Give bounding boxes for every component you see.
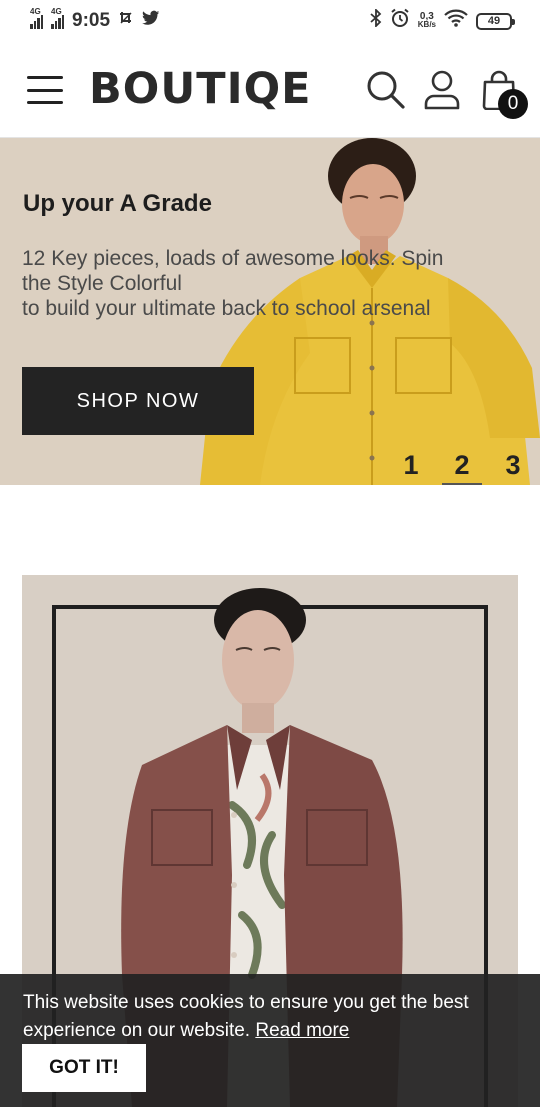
shop-now-button[interactable]: SHOP NOW	[22, 367, 254, 435]
status-bar: 4G 4G 9:05 0,3 KB/s 49	[0, 0, 540, 42]
battery-indicator: 49	[476, 12, 515, 30]
page: 4G 4G 9:05 0,3 KB/s 49 BOUTIQE 0 Up your…	[0, 0, 540, 1107]
hero-text-line: the Style Colorful	[22, 272, 182, 295]
read-more-link[interactable]: Read more	[255, 1020, 349, 1041]
hero-title: Up your A Grade	[23, 190, 212, 217]
cart-count-badge[interactable]: 0	[498, 89, 528, 119]
clock: 9:05	[72, 10, 111, 31]
site-header: BOUTIQE	[0, 42, 540, 138]
bluetooth-icon	[370, 7, 382, 33]
network-speed: 0,3 KB/s	[417, 12, 436, 29]
hero-banner: Up your A Grade 12 Key pieces, loads of …	[0, 138, 540, 485]
network-label-1: 4G	[30, 7, 41, 16]
got-it-button[interactable]: GOT IT!	[22, 1044, 146, 1092]
site-logo[interactable]: BOUTIQE	[89, 64, 312, 114]
status-left: 4G 4G 9:05	[30, 7, 160, 32]
signal-icon-2: 4G	[51, 7, 64, 29]
alarm-icon	[390, 8, 410, 34]
search-icon[interactable]	[366, 70, 406, 115]
hero-text-line: to build your ultimate back to school ar…	[22, 297, 431, 320]
cookie-message: This website uses cookies to ensure you …	[23, 989, 523, 1045]
hero-description: 12 Key pieces, loads of awesome looks. S…	[22, 246, 512, 321]
signal-icon: 4G	[30, 7, 43, 29]
wifi-icon	[444, 9, 468, 33]
network-label-2: 4G	[51, 7, 62, 16]
twitter-icon	[142, 10, 160, 32]
slide-2-button[interactable]: 2	[442, 450, 482, 485]
cookie-banner: This website uses cookies to ensure you …	[0, 974, 540, 1107]
slide-3-button[interactable]: 3	[501, 450, 525, 485]
slide-1-button[interactable]: 1	[399, 450, 423, 485]
user-icon[interactable]	[424, 70, 460, 115]
slider-pagination: 1 2 3	[399, 450, 525, 485]
speed-unit: KB/s	[417, 20, 436, 29]
hero-text-line: 12 Key pieces, loads of awesome looks. S…	[22, 247, 444, 270]
screenshot-icon	[118, 10, 134, 32]
status-right: 0,3 KB/s 49	[370, 7, 515, 34]
cookie-text: This website uses cookies to ensure you …	[23, 992, 469, 1041]
menu-icon[interactable]	[27, 76, 63, 104]
